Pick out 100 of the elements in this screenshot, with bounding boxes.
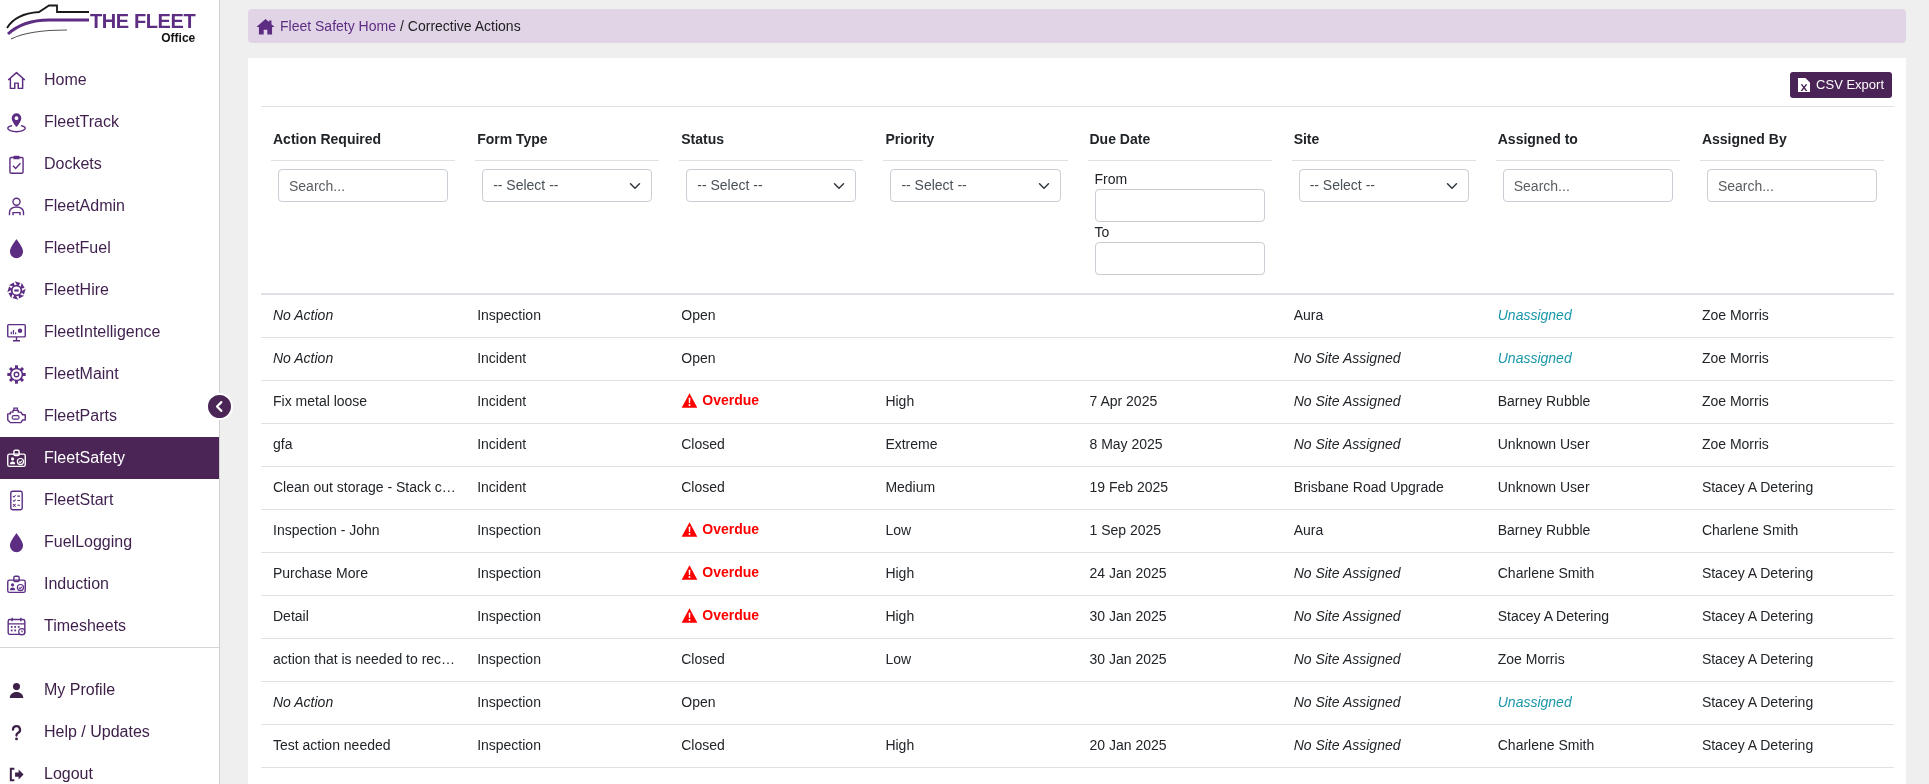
column-header: Site <box>1291 107 1476 161</box>
table-cell: Open <box>669 681 874 724</box>
filter-select[interactable]: -- Select -- <box>1298 169 1469 202</box>
table-cell: Unknown User <box>1485 466 1690 509</box>
date-to-field[interactable] <box>1094 242 1265 275</box>
table-cell: Inspection <box>465 638 670 681</box>
table-cell: No Site Assigned <box>1281 595 1486 638</box>
table-cell: gfa <box>261 423 466 466</box>
table-cell: No Site Assigned <box>1281 552 1486 595</box>
overdue-status: Overdue <box>702 390 760 410</box>
sidebar-link[interactable]: FleetSafety <box>0 437 219 479</box>
table-cell: Barney Rubble <box>1485 509 1690 552</box>
date-to-label: To <box>1094 223 1111 242</box>
table-cell: Charlene Smith <box>1689 509 1894 552</box>
sidebar-link[interactable]: FleetTrack <box>0 101 204 143</box>
table-cell: Open <box>669 337 874 380</box>
table-cell: 1 Sep 2025 <box>1077 509 1282 552</box>
overdue-status: Overdue <box>702 562 760 582</box>
table-cell: Closed <box>669 724 874 767</box>
gear-icon <box>6 363 27 385</box>
table-cell: Zoe Morris <box>1485 638 1690 681</box>
table-cell: Zoe Morris <box>1689 423 1894 466</box>
table-cell: action that is needed to rec… <box>261 638 466 681</box>
sidebar-link[interactable]: FleetFuel <box>0 227 204 269</box>
table-cell: Unassigned <box>1485 337 1690 380</box>
sidebar-link[interactable]: FleetHire <box>0 269 204 311</box>
table-cell: 19 Feb 2025 <box>1077 466 1282 509</box>
table-cell: Stacey A Detering <box>1689 595 1894 638</box>
collapse-sidebar-button[interactable] <box>206 393 233 420</box>
table-cell: Test action needed <box>261 724 466 767</box>
house-icon <box>256 17 275 35</box>
clipboard-check-icon <box>6 153 27 175</box>
column-header: Status <box>679 107 864 161</box>
table-cell: No Action <box>261 681 466 724</box>
sidebar-link[interactable]: FleetIntelligence <box>0 311 204 353</box>
sidebar-link[interactable]: FuelLogging <box>0 521 204 563</box>
table-cell: Unknown User <box>1485 423 1690 466</box>
table-cell: High <box>873 724 1078 767</box>
table-cell: Incident <box>465 337 670 380</box>
search-field[interactable]: Search... <box>278 169 449 202</box>
aperture-icon <box>6 279 27 301</box>
table-cell: Barney Rubble <box>1485 380 1690 423</box>
table-cell: Aura <box>1281 509 1486 552</box>
warning-icon <box>681 564 699 580</box>
table-cell: High <box>873 552 1078 595</box>
sidebar-link[interactable]: Timesheets <box>0 605 204 647</box>
calendar-clock-icon <box>6 615 27 637</box>
filter-select[interactable]: -- Select -- <box>890 169 1061 202</box>
date-from-field[interactable] <box>1094 189 1265 222</box>
sidebar-link[interactable]: FleetAdmin <box>0 185 204 227</box>
date-from-label: From <box>1094 170 1129 189</box>
account-link[interactable]: Logout <box>0 764 204 784</box>
table-cell: 30 Jan 2025 <box>1077 638 1282 681</box>
table-cell: Inspection <box>465 294 670 337</box>
sidebar-link[interactable]: FleetMaint <box>0 353 204 395</box>
filter-select[interactable]: -- Select -- <box>482 169 653 202</box>
table-cell: Fix metal loose <box>261 380 466 423</box>
table-cell: 8 May 2025 <box>1077 423 1282 466</box>
table-cell: Unassigned <box>1485 294 1690 337</box>
table-cell: Inspection <box>465 552 670 595</box>
id-badge-icon <box>6 573 27 595</box>
table-cell: Stacey A Detering <box>1485 595 1690 638</box>
table-cell: Open <box>669 294 874 337</box>
table-cell: Closed <box>669 423 874 466</box>
column-header: Form Type <box>475 107 660 161</box>
breadcrumb-link[interactable]: Fleet Safety Home <box>280 15 396 37</box>
table-cell: Aura <box>1281 294 1486 337</box>
column-header: Assigned to <box>1495 107 1680 161</box>
sidebar-link[interactable]: Dockets <box>0 143 204 185</box>
search-field[interactable]: Search... <box>1706 169 1877 202</box>
sidebar-link[interactable]: FleetStart <box>0 479 204 521</box>
table-cell: Zoe Morris <box>1689 337 1894 380</box>
table-cell: No Site Assigned <box>1281 337 1486 380</box>
table-cell: Extreme <box>873 423 1078 466</box>
table-cell: 30 Jan 2025 <box>1077 595 1282 638</box>
filter-select[interactable]: -- Select -- <box>686 169 857 202</box>
account-link[interactable]: Help / Updates <box>0 722 204 742</box>
table-cell: Unassigned <box>1485 681 1690 724</box>
sidebar-link[interactable]: FleetParts <box>0 395 204 437</box>
table-cell: Charlene Smith <box>1485 724 1690 767</box>
table-cell: Stacey A Detering <box>1689 724 1894 767</box>
search-field[interactable]: Search... <box>1502 169 1673 202</box>
table-cell: High <box>873 595 1078 638</box>
sidebar-link[interactable]: Induction <box>0 563 204 605</box>
table-cell: Inspection <box>465 681 670 724</box>
table-cell: Low <box>873 638 1078 681</box>
table-cell: Detail <box>261 595 466 638</box>
table-cell: 24 Jan 2025 <box>1077 552 1282 595</box>
table-cell: Closed <box>669 466 874 509</box>
sidebar-link[interactable]: Home <box>0 59 204 101</box>
logout-icon <box>8 765 25 783</box>
account-link[interactable]: My Profile <box>0 680 204 700</box>
table-cell: No Site Assigned <box>1281 423 1486 466</box>
csv-export-button[interactable]: CSV Export <box>1790 72 1892 98</box>
table-cell: Brisbane Road Upgrade <box>1281 466 1486 509</box>
table-cell: Purchase More <box>261 552 466 595</box>
column-header: Assigned By <box>1699 107 1884 161</box>
table-cell: Charlene Smith <box>1485 552 1690 595</box>
table-cell: 7 Apr 2025 <box>1077 380 1282 423</box>
table-cell: High <box>873 380 1078 423</box>
